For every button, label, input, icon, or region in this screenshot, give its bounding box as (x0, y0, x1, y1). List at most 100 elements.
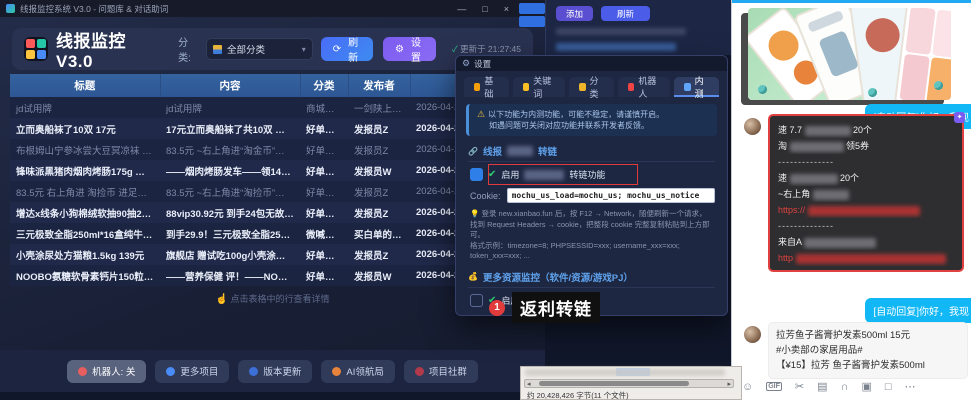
column-header[interactable]: 内容 (160, 74, 300, 97)
cookie-input[interactable] (507, 188, 715, 203)
tab-分类[interactable]: 分类 (569, 77, 614, 97)
footer-button[interactable]: 机器人: 关 (67, 360, 146, 383)
table-cell[interactable]: 好单线报-... (300, 202, 348, 223)
table-cell[interactable]: 好单线报-... (300, 118, 348, 139)
tab-关键词[interactable]: 关键词 (513, 77, 565, 97)
table-cell[interactable]: 好单线报-... (300, 160, 348, 181)
censored-text (813, 190, 849, 200)
scissors-screenshot-icon[interactable]: ✂ (795, 380, 804, 393)
table-cell[interactable]: 好单线报-... (300, 181, 348, 202)
table-cell[interactable]: 83.5元 右上角进 淘捡币 进足迹拍 有... (10, 181, 160, 202)
annotation-red-rectangle (488, 164, 638, 185)
footer-button-icon (166, 367, 175, 376)
scroll-left-arrow[interactable]: ◂ (527, 380, 531, 388)
table-cell[interactable]: jd试用牌 (10, 97, 160, 118)
table-cell[interactable]: 发报员Z (348, 181, 410, 202)
table-cell[interactable]: 商城好话 (300, 97, 348, 118)
key-icon (523, 83, 529, 91)
table-cell[interactable]: 好单线报-... (300, 244, 348, 265)
table-cell[interactable]: 小壳涂尿处方猫粮1.5kg 139元 (10, 244, 160, 265)
folder-icon[interactable]: ▤ (817, 380, 827, 393)
table-cell[interactable]: 发报员Z (348, 118, 410, 139)
edge-blue-button-1[interactable] (519, 3, 545, 14)
app-logo-icon (6, 4, 15, 13)
resource-section-header: 💰 更多资源监控（软件/资源/游戏PJ） (468, 270, 715, 288)
checkbox-icon[interactable] (470, 294, 483, 307)
maximize-button[interactable]: □ (482, 4, 487, 14)
dialog-tabs: 基础关键词分类机器人内测 (456, 71, 727, 97)
deal-message-bubble[interactable]: 速 7.7 20个 淘 领5券 -------------- 速 20个 ~右上… (768, 114, 964, 272)
deal-message-line: 淘 领5券 (778, 138, 954, 154)
table-cell[interactable]: 83.5元 ~右上角进“淘捡币”进足迹... (160, 181, 300, 202)
deal-message-line: -------------- (778, 218, 954, 234)
table-cell[interactable]: 好单线报-... (300, 265, 348, 286)
table-cell[interactable]: 一剑陕上砍... (348, 97, 410, 118)
checkbox-icon[interactable] (470, 168, 483, 181)
tab-基础[interactable]: 基础 (464, 77, 509, 97)
close-button[interactable]: × (504, 4, 509, 14)
table-cell[interactable]: 好单线报-... (300, 139, 348, 160)
horizontal-scrollbar[interactable]: ◂ ▸ (524, 379, 734, 388)
deal-message-line: 来自A (778, 234, 954, 250)
table-cell[interactable]: 微喊线报-... (300, 223, 348, 244)
tab-机器人[interactable]: 机器人 (618, 77, 670, 97)
category-select[interactable]: 全部分类 ▾ (206, 38, 313, 60)
more-icon[interactable]: ⋯ (905, 380, 916, 393)
emoji-icon[interactable]: ☺ (742, 381, 753, 393)
gif-icon[interactable]: GIF (766, 382, 782, 391)
column-header[interactable]: 分类 (300, 74, 348, 97)
table-cell[interactable]: 发报员W (348, 265, 410, 286)
table-cell[interactable]: 到手29.9！三元极致全脂250ml*16... (160, 223, 300, 244)
table-cell[interactable]: 增达x线条小狗棉绒软抽90抽24包 ... (10, 202, 160, 223)
table-cell[interactable]: 88vip30.92元 到手24包无故障4.48... (160, 202, 300, 223)
category-label: 分类: (178, 34, 198, 64)
table-cell[interactable]: 买白单的妹妹 (348, 223, 410, 244)
bulb-icon: 💡 (470, 209, 479, 218)
shake-purple-icon[interactable]: ✦ (954, 112, 965, 123)
table-cell[interactable]: 旗舰店 赠试吃100g小壳涂尿处方猫粮... (160, 244, 300, 265)
table-cell[interactable]: 三元极致全脂250ml*16盒纯牛奶 29.... (10, 223, 160, 244)
table-cell[interactable]: 发报员Z (348, 202, 410, 223)
settings-button[interactable]: ⚙ 设置 (383, 37, 436, 61)
annotation-label: 返利转链 (512, 292, 600, 323)
edge-blue-button-2[interactable] (519, 16, 545, 27)
image-icon[interactable]: ▣ (861, 380, 871, 393)
table-cell[interactable]: NOOBO氨糖软骨素钙片150粒*2瓶3... (10, 265, 160, 286)
scrollbar-thumb[interactable] (539, 381, 689, 386)
add-button[interactable]: 添加 (556, 6, 593, 21)
minimize-button[interactable]: — (457, 4, 466, 14)
capture-frame-icon[interactable]: □ (885, 381, 892, 393)
table-cell[interactable]: 立而奥船袜了10双 17元 (10, 118, 160, 139)
file-status-text: 约 20,428,426 字节(11 个文件) (527, 390, 629, 400)
product-message[interactable]: 拉芳鱼子酱膏护发素500ml 15元#小卖部の家居用品#【¥15】拉芳 鱼子酱膏… (768, 322, 968, 379)
table-cell[interactable]: 17元立而奥船袜了共10双 给李佳后石... (160, 118, 300, 139)
footer-button[interactable]: AI领航局 (321, 360, 394, 383)
footer-toolbar: 机器人: 关更多项目版本更新 AI领航局项目社群 (0, 350, 545, 392)
table-cell[interactable]: ——营养保健 评！——NOOBO ... (160, 265, 300, 286)
refresh-button-bg[interactable]: 刷新 (601, 6, 650, 21)
sticker-image-message[interactable] (748, 8, 951, 100)
sender-avatar[interactable] (744, 326, 761, 343)
footer-button[interactable]: 更多项目 (155, 360, 229, 383)
table-cell[interactable]: 发报员Z (348, 139, 410, 160)
table-cell[interactable]: jd试用牌 (160, 97, 300, 118)
refresh-button[interactable]: ⟳ 刷新 (321, 37, 373, 61)
scroll-right-arrow[interactable]: ▸ (727, 380, 731, 388)
censored-text (804, 238, 876, 248)
table-cell[interactable]: 布根姆山宁参冰尝大豆冥凉袜 83.5元 (10, 139, 160, 160)
table-cell[interactable]: 发报员W (348, 160, 410, 181)
table-cell[interactable]: 锋味派黑猪肉烟肉烤肠175g 任选5件... (10, 160, 160, 181)
footer-button[interactable]: 版本更新 (238, 360, 312, 383)
shake-window-icon[interactable]: ∩ (841, 381, 849, 393)
table-cell[interactable]: 83.5元 ~右上角进“淘金币”进足迹... (160, 139, 300, 160)
table-cell[interactable]: ——烟肉烤肠发车——领140-60补... (160, 160, 300, 181)
sender-avatar[interactable] (744, 118, 761, 135)
beta-warning-box: ⚠以下功能为内测功能，可能不稳定，请谨慎开启。 如遇问题可关闭对应功能并联系开发… (466, 104, 717, 136)
footer-button[interactable]: 项目社群 (404, 360, 478, 383)
tab-内测[interactable]: 内测 (674, 77, 719, 97)
cashback-enable-row[interactable]: ✔ 启用 转链功能 (470, 168, 715, 181)
table-cell[interactable]: 发报员Z (348, 244, 410, 265)
column-header[interactable]: 发布者 (348, 74, 410, 97)
column-header[interactable]: 标题 (10, 74, 160, 97)
product-message-line: #小卖部の家居用品# (776, 343, 960, 358)
